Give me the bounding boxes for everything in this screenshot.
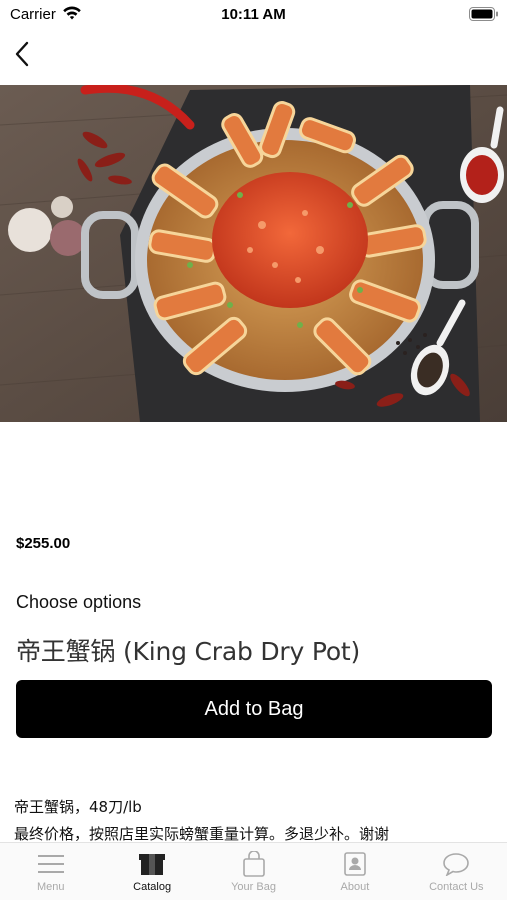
- back-button[interactable]: [6, 38, 38, 70]
- clock: 10:11 AM: [221, 6, 286, 23]
- battery-icon: [469, 7, 498, 21]
- tab-label: Catalog: [133, 881, 172, 893]
- chat-bubble-icon: [441, 851, 471, 877]
- tab-label: About: [340, 881, 370, 893]
- product-image: [0, 85, 507, 422]
- bag-icon: [239, 851, 269, 877]
- product-description: 帝王蟹锅，48刀/lb 最终价格，按照店里实际螃蟹重量计算。多退少补。谢谢: [14, 794, 494, 848]
- product-title: 帝王蟹锅 (King Crab Dry Pot): [16, 637, 361, 666]
- tab-catalog[interactable]: Catalog: [101, 843, 202, 900]
- description-line: 帝王蟹锅，48刀/lb: [14, 798, 142, 816]
- menu-icon: [36, 851, 66, 877]
- tab-bar: Menu Catalog Your Bag About Contact Us: [0, 842, 507, 900]
- box-icon: [137, 851, 167, 877]
- tab-menu[interactable]: Menu: [0, 843, 101, 900]
- tab-label: Menu: [36, 881, 65, 893]
- tab-label: Your Bag: [231, 881, 276, 893]
- tab-your-bag[interactable]: Your Bag: [203, 843, 304, 900]
- contact-card-icon: [340, 851, 370, 877]
- chevron-left-icon: [15, 41, 29, 67]
- tab-about[interactable]: About: [304, 843, 405, 900]
- tab-contact-us[interactable]: Contact Us: [406, 843, 507, 900]
- choose-options-label: Choose options: [16, 592, 142, 612]
- add-to-bag-button[interactable]: Add to Bag: [16, 680, 492, 738]
- status-bar: Carrier 10:11 AM: [0, 0, 507, 30]
- product-price: $255.00: [16, 535, 71, 552]
- tab-label: Contact Us: [429, 881, 484, 893]
